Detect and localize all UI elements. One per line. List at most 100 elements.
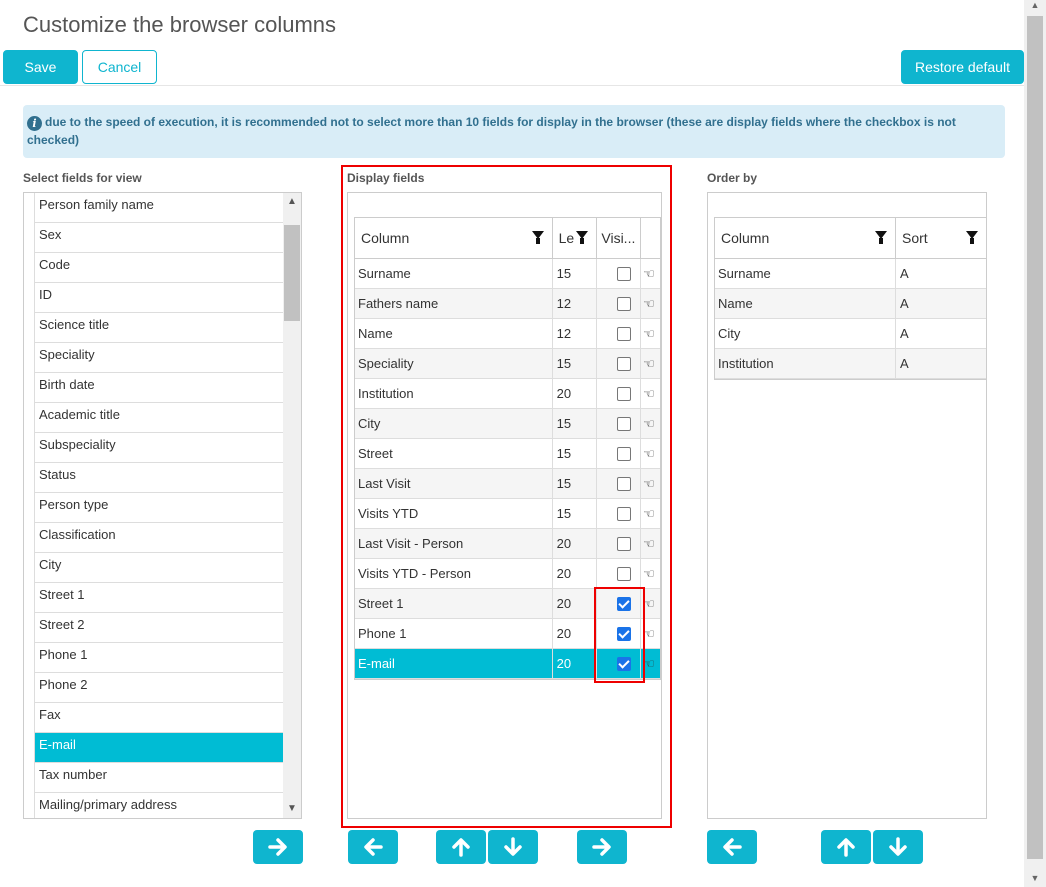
available-fields-list[interactable]: Person family name Sex Code ID Science title… [23,192,302,819]
table-row[interactable]: Last Visit 15 ☜ [355,469,660,499]
drag-hand-icon[interactable]: ☜ [643,656,655,672]
save-button[interactable]: Save [3,50,78,84]
visible-checkbox[interactable] [617,296,632,311]
page-scroll-thumb[interactable] [1027,16,1043,859]
scroll-down-icon[interactable]: ▼ [1024,873,1046,887]
list-item[interactable]: City [34,553,284,583]
move-down-button[interactable] [488,830,538,864]
length-cell[interactable]: 20 [553,649,598,678]
table-row[interactable]: Speciality 15 ☜ [355,349,660,379]
page-scrollbar[interactable]: ▲ ▼ [1024,0,1046,887]
add-to-display-button[interactable] [253,830,303,864]
length-cell[interactable]: 15 [553,499,598,528]
length-cell[interactable]: 15 [553,409,598,438]
list-item[interactable]: Code [34,253,284,283]
list-item[interactable]: Person family name [34,193,284,223]
drag-hand-icon[interactable]: ☜ [643,266,655,282]
drag-hand-icon[interactable]: ☜ [643,506,655,522]
drag-hand-icon[interactable]: ☜ [643,626,655,642]
list-item[interactable]: Mailing/primary address [34,793,284,818]
visible-checkbox[interactable] [617,356,632,371]
table-row[interactable]: E-mail 20 ☜ [355,649,660,679]
list-item[interactable]: Street 2 [34,613,284,643]
table-row[interactable]: Visits YTD 15 ☜ [355,499,660,529]
list-scrollbar[interactable]: ▲ ▼ [283,193,301,818]
sort-header[interactable]: Sort [896,218,986,258]
length-cell[interactable]: 20 [553,529,598,558]
table-row[interactable]: City A [715,319,986,349]
list-item[interactable]: Status [34,463,284,493]
list-item[interactable]: Fax [34,703,284,733]
table-row[interactable]: Visits YTD - Person 20 ☜ [355,559,660,589]
drag-hand-icon[interactable]: ☜ [643,326,655,342]
visible-checkbox[interactable] [617,416,632,431]
remove-from-order-button[interactable] [707,830,757,864]
cancel-button[interactable]: Cancel [82,50,157,84]
drag-hand-icon[interactable]: ☜ [643,566,655,582]
add-to-order-button[interactable] [577,830,627,864]
drag-hand-icon[interactable]: ☜ [643,596,655,612]
visible-checkbox[interactable] [617,506,632,521]
table-row[interactable]: Last Visit - Person 20 ☜ [355,529,660,559]
table-row[interactable]: Name 12 ☜ [355,319,660,349]
visible-checkbox[interactable] [617,656,632,671]
list-item[interactable]: Person type [34,493,284,523]
list-item[interactable]: Subspeciality [34,433,284,463]
visible-checkbox[interactable] [617,626,632,641]
visible-checkbox[interactable] [617,596,632,611]
filter-icon[interactable] [576,231,589,244]
list-item[interactable]: Tax number [34,763,284,793]
drag-hand-icon[interactable]: ☜ [643,536,655,552]
scroll-up-icon[interactable]: ▲ [283,193,301,211]
table-row[interactable]: Institution 20 ☜ [355,379,660,409]
length-cell[interactable]: 20 [553,619,598,648]
length-cell[interactable]: 20 [553,559,598,588]
length-cell[interactable]: 12 [553,319,598,348]
drag-hand-icon[interactable]: ☜ [643,446,655,462]
sort-cell[interactable]: A [896,349,986,378]
visible-header[interactable]: Visi... [597,218,642,258]
order-column-header[interactable]: Column [715,218,896,258]
length-cell[interactable]: 15 [553,349,598,378]
table-row[interactable]: City 15 ☜ [355,409,660,439]
filter-icon[interactable] [875,231,887,244]
list-item[interactable]: E-mail [34,733,284,763]
list-item[interactable]: Sex [34,223,284,253]
length-cell[interactable]: 15 [553,469,598,498]
list-item[interactable]: Street 1 [34,583,284,613]
order-move-up-button[interactable] [821,830,871,864]
restore-default-button[interactable]: Restore default [901,50,1024,84]
visible-checkbox[interactable] [617,386,632,401]
filter-icon[interactable] [966,231,978,244]
list-item[interactable]: Phone 1 [34,643,284,673]
list-item[interactable]: Birth date [34,373,284,403]
order-move-down-button[interactable] [873,830,923,864]
visible-checkbox[interactable] [617,446,632,461]
visible-checkbox[interactable] [617,326,632,341]
sort-cell[interactable]: A [896,289,986,318]
visible-checkbox[interactable] [617,536,632,551]
visible-checkbox[interactable] [617,476,632,491]
move-up-button[interactable] [436,830,486,864]
list-item[interactable]: Academic title [34,403,284,433]
length-cell[interactable]: 12 [553,289,598,318]
table-row[interactable]: Phone 1 20 ☜ [355,619,660,649]
remove-from-display-button[interactable] [348,830,398,864]
list-item[interactable]: Classification [34,523,284,553]
table-row[interactable]: Surname 15 ☜ [355,259,660,289]
filter-icon[interactable] [531,231,544,244]
drag-hand-icon[interactable]: ☜ [643,476,655,492]
drag-hand-icon[interactable]: ☜ [643,416,655,432]
table-row[interactable]: Street 1 20 ☜ [355,589,660,619]
length-cell[interactable]: 15 [553,259,598,288]
sort-cell[interactable]: A [896,319,986,348]
length-cell[interactable]: 20 [553,589,598,618]
scroll-thumb[interactable] [284,225,300,321]
scroll-down-icon[interactable]: ▼ [283,800,301,818]
table-row[interactable]: Name A [715,289,986,319]
visible-checkbox[interactable] [617,266,632,281]
table-row[interactable]: Institution A [715,349,986,379]
list-item[interactable]: Speciality [34,343,284,373]
drag-hand-icon[interactable]: ☜ [643,386,655,402]
drag-hand-icon[interactable]: ☜ [643,296,655,312]
